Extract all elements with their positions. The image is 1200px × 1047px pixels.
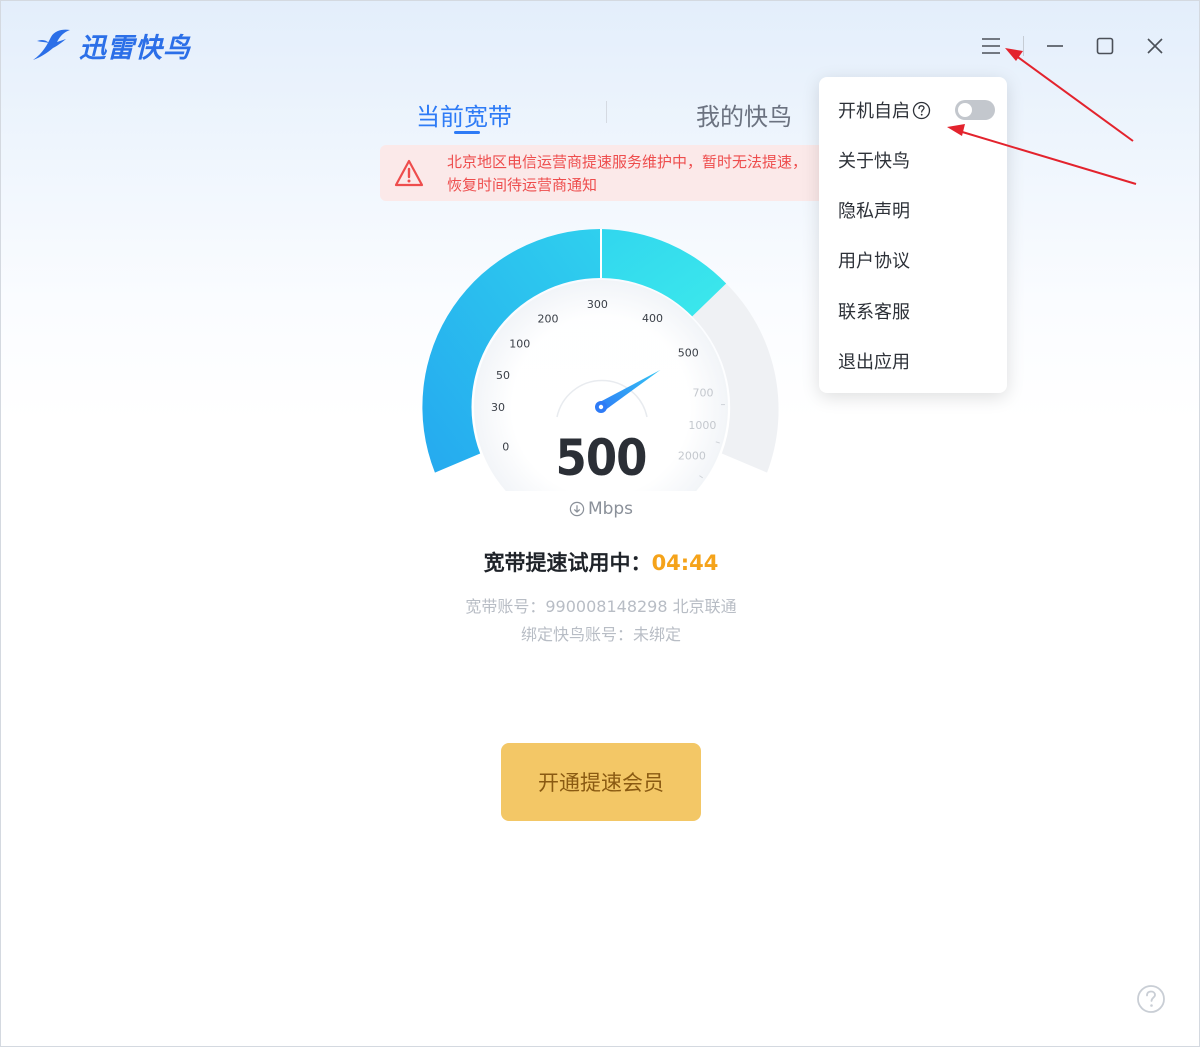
gauge-tick-label: 30: [491, 401, 505, 414]
gauge-tick-label: 200: [538, 313, 559, 326]
hamburger-icon: [982, 38, 1000, 54]
settings-dropdown-menu: 开机自启 关于快鸟 隐私声明 用户协议 联系客服 退出应用: [819, 77, 1007, 393]
menu-item-autostart[interactable]: 开机自启: [838, 95, 931, 125]
app-title: 迅雷快鸟: [79, 32, 191, 64]
tab-current-broadband[interactable]: 当前宽带: [416, 97, 512, 132]
menu-item-about[interactable]: 关于快鸟: [838, 145, 910, 175]
autostart-toggle[interactable]: [955, 100, 995, 120]
speed-unit-label: Mbps: [587, 499, 634, 519]
titlebar-separator: [1023, 36, 1024, 56]
gauge-tick-label: 50: [496, 369, 510, 382]
speed-value: 500: [555, 429, 648, 487]
main-tabs: 当前宽带 我的快鸟: [1, 91, 1199, 139]
tab-divider: [606, 101, 607, 123]
maintenance-notice: 北京地区电信运营商提速服务维护中，暂时无法提速，恢复时间待运营商通知: [380, 145, 840, 201]
download-arrow-icon: [569, 501, 585, 517]
menu-item-agreement[interactable]: 用户协议: [838, 245, 910, 275]
notice-text: 北京地区电信运营商提速服务维护中，暂时无法提速，恢复时间待运营商通知: [447, 153, 808, 194]
help-circle-icon: [1137, 985, 1165, 1013]
gauge-tick-label: 300: [587, 298, 608, 311]
annotation-arrowhead: [1005, 48, 1023, 61]
menu-item-quit[interactable]: 退出应用: [838, 346, 910, 376]
app-logo: 迅雷快鸟: [31, 25, 191, 65]
minimize-icon: [1047, 45, 1063, 47]
gauge-needle-hub-center: [598, 404, 604, 410]
gauge-tick-label: 700: [693, 387, 714, 400]
maximize-button[interactable]: [1090, 31, 1120, 61]
broadband-account: 宽带账号：990008148298 北京联通: [465, 597, 737, 616]
menu-item-label: 开机自启: [838, 101, 910, 122]
menu-item-privacy[interactable]: 隐私声明: [838, 195, 910, 225]
swallow-logo-icon: [33, 29, 70, 60]
gauge-tick-label: 100: [509, 338, 530, 351]
trial-label: 宽带提速试用中：: [483, 551, 652, 575]
warning-icon: [394, 159, 424, 187]
toggle-knob: [958, 103, 972, 117]
gauge-tick-label: 500: [678, 346, 699, 359]
bound-account: 绑定快鸟账号：未绑定: [520, 625, 681, 644]
tab-my-kuainiao[interactable]: 我的快鸟: [696, 97, 792, 132]
app-window: 迅雷快鸟 当前宽带 我的快鸟 北京地区电信运营商提速服务维护中，暂时无法提速，恢…: [0, 0, 1200, 1047]
menu-button[interactable]: [976, 31, 1006, 61]
help-circle-icon[interactable]: [912, 101, 931, 120]
minimize-button[interactable]: [1040, 31, 1070, 61]
trial-timer: 04:44: [651, 551, 719, 575]
close-icon: [1147, 38, 1163, 54]
trial-status: 宽带提速试用中：04:44: [351, 547, 851, 577]
help-button[interactable]: [1135, 983, 1167, 1019]
menu-item-support[interactable]: 联系客服: [838, 296, 910, 326]
close-button[interactable]: [1140, 31, 1170, 61]
open-membership-button[interactable]: 开通提速会员: [501, 743, 701, 821]
maximize-icon: [1096, 37, 1114, 55]
gauge-tick-label: 400: [642, 312, 663, 325]
active-tab-indicator: [454, 131, 480, 134]
speed-unit: Mbps: [501, 499, 701, 519]
